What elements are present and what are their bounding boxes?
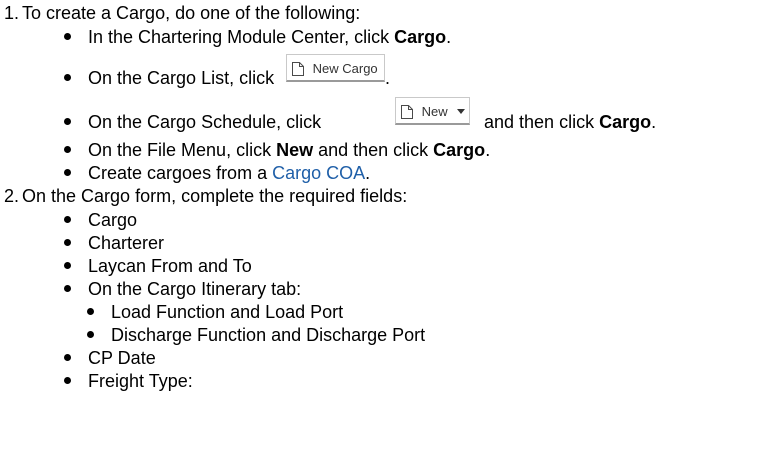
- item-text: Charterer: [88, 233, 165, 253]
- bullet: [64, 74, 71, 81]
- new-cargo-label: New Cargo: [312, 61, 378, 76]
- bullet: [64, 33, 71, 40]
- punct: .: [446, 27, 452, 47]
- item-text: and then click: [484, 112, 600, 132]
- bullet: [64, 216, 71, 223]
- item-text: On the Cargo Itinerary tab:: [88, 279, 302, 299]
- item-text: and then click: [313, 140, 434, 160]
- item-text: On the Cargo Schedule, click: [88, 112, 322, 132]
- new-bold: New: [276, 140, 314, 160]
- item-text: In the Chartering Module Center, click: [88, 27, 395, 47]
- bullet: [64, 118, 71, 125]
- bullet: [87, 308, 94, 315]
- new-label: New: [421, 104, 448, 119]
- item-text: Laycan From and To: [88, 256, 252, 276]
- punct: .: [651, 112, 657, 132]
- bullet: [64, 354, 71, 361]
- cargo-bold: Cargo: [433, 140, 486, 160]
- bullet: [64, 285, 71, 292]
- new-dropdown-button[interactable]: New: [395, 97, 471, 125]
- new-cargo-button[interactable]: New Cargo: [286, 54, 385, 82]
- bullet: [64, 239, 71, 246]
- bullet: [64, 169, 71, 176]
- document-icon: [401, 104, 413, 119]
- item-text: Freight Type:: [88, 371, 193, 391]
- step-text: To create a Cargo, do one of the followi…: [22, 3, 361, 23]
- item-text: Discharge Function and Discharge Port: [111, 325, 426, 345]
- item-text: On the File Menu, click: [88, 140, 277, 160]
- bullet: [64, 146, 71, 153]
- item-text: Create cargoes from a: [88, 163, 273, 183]
- bullet: [64, 377, 71, 384]
- cargo-bold: Cargo: [599, 112, 652, 132]
- step-number: 1.: [4, 3, 20, 23]
- item-text: On the Cargo List, click: [88, 68, 275, 88]
- punct: .: [485, 140, 491, 160]
- punct: .: [365, 163, 371, 183]
- bullet: [87, 331, 94, 338]
- item-text: CP Date: [88, 348, 156, 368]
- punct: .: [385, 68, 391, 88]
- caret-down-icon: [457, 109, 466, 115]
- bullet: [64, 262, 71, 269]
- document-icon: [292, 61, 304, 76]
- step-number: 2.: [4, 186, 20, 206]
- item-text: Load Function and Load Port: [111, 302, 344, 322]
- step-text: On the Cargo form, complete the required…: [22, 186, 408, 206]
- item-text: Cargo: [88, 210, 138, 230]
- cargo-coa-link[interactable]: Cargo COA: [272, 163, 365, 183]
- cargo-bold: Cargo: [394, 27, 447, 47]
